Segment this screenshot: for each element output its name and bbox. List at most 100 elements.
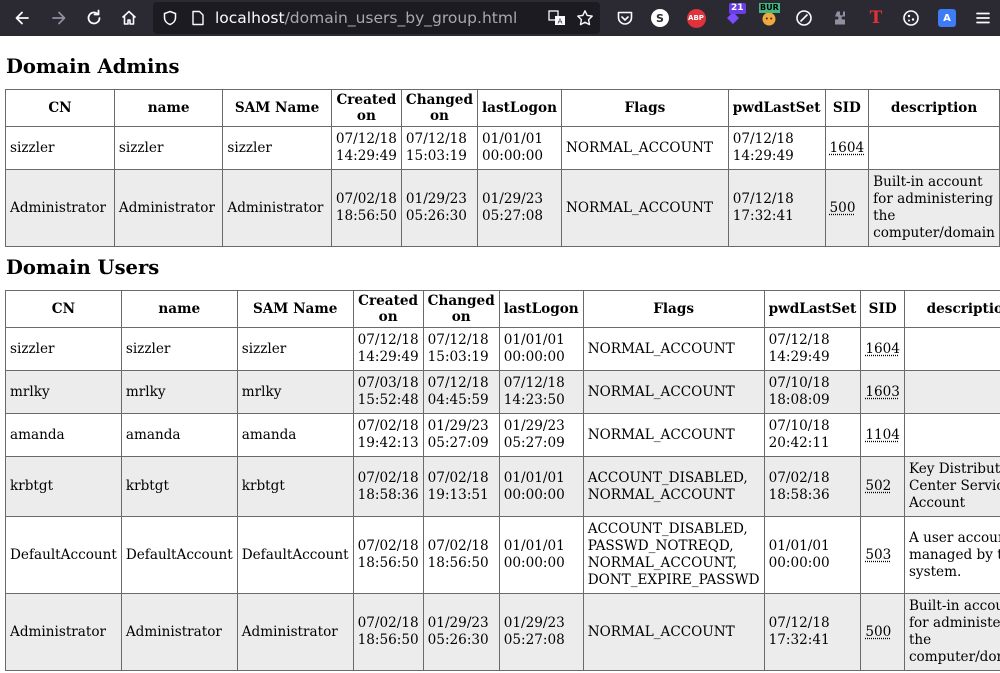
table-row: Administrator Administrator Administrator 0… xyxy=(6,170,1000,247)
extension-dial-icon[interactable] xyxy=(792,0,816,36)
cell-last-logon: 07/12/18 14:23:50 xyxy=(499,371,583,414)
header-flags: Flags xyxy=(561,90,728,127)
cell-sid: 1104 xyxy=(861,414,905,457)
cell-flags: ACCOUNT_DISABLED, NORMAL_ACCOUNT xyxy=(583,457,764,517)
cell-flags: NORMAL_ACCOUNT xyxy=(583,414,764,457)
page-icon[interactable] xyxy=(187,2,209,34)
svg-text:A: A xyxy=(558,18,563,26)
back-arrow-icon[interactable] xyxy=(8,0,36,36)
cell-pwd-last-set: 01/01/01 00:00:00 xyxy=(764,517,861,594)
cell-name: mrlky xyxy=(121,371,237,414)
cell-pwd-last-set: 07/10/18 20:42:11 xyxy=(764,414,861,457)
extension-s-icon[interactable]: S xyxy=(648,0,672,36)
cell-pwd-last-set: 07/12/18 14:29:49 xyxy=(764,328,861,371)
cell-sid: 500 xyxy=(825,170,869,247)
cell-sam-name: DefaultAccount xyxy=(237,517,353,594)
table-row: sizzler sizzler sizzler 07/12/18 14:29:49 07… xyxy=(6,127,1000,170)
cell-sid: 502 xyxy=(861,457,905,517)
cell-last-logon: 01/01/01 00:00:00 xyxy=(499,517,583,594)
header-description: description xyxy=(869,90,1000,127)
extension-translate-icon[interactable]: A xyxy=(935,0,959,36)
cell-flags: NORMAL_ACCOUNT xyxy=(561,127,728,170)
cell-name: amanda xyxy=(121,414,237,457)
forward-arrow-icon[interactable] xyxy=(45,0,73,36)
url-bar[interactable]: localhost/domain_users_by_group.html A xyxy=(153,2,600,34)
cell-sam-name: mrlky xyxy=(237,371,353,414)
cell-pwd-last-set: 07/10/18 18:08:09 xyxy=(764,371,861,414)
extension-badge-icon[interactable]: 21 xyxy=(720,0,746,36)
header-cn: CN xyxy=(6,90,115,127)
cell-pwd-last-set: 07/12/18 17:32:41 xyxy=(764,594,861,671)
sid-value[interactable]: 1603 xyxy=(865,384,900,400)
table-row: amanda amanda amanda 07/02/18 19:42:13 01/29… xyxy=(6,414,1000,457)
sid-value[interactable]: 1604 xyxy=(865,341,900,357)
header-sam-name: SAM Name xyxy=(237,291,353,328)
cell-cn: sizzler xyxy=(6,127,115,170)
cell-description xyxy=(904,414,1000,457)
cookie-icon[interactable] xyxy=(899,0,923,36)
table-row: Administrator Administrator Administrator 0… xyxy=(6,594,1000,671)
domain-users-table: CN name SAM Name Created on Changed on lastLo… xyxy=(5,290,1000,671)
extension-puzzle-icon[interactable] xyxy=(828,0,852,36)
menu-icon[interactable] xyxy=(970,0,996,36)
cell-changed-on: 01/29/23 05:26:30 xyxy=(401,170,477,247)
sid-value[interactable]: 500 xyxy=(865,624,891,640)
cell-description: Key Distribution Center Service Account xyxy=(904,457,1000,517)
cell-name: krbtgt xyxy=(121,457,237,517)
sid-value[interactable]: 503 xyxy=(865,547,891,563)
group-title-domain-admins: Domain Admins xyxy=(6,55,180,78)
cell-description xyxy=(904,371,1000,414)
cell-description xyxy=(869,127,1000,170)
cell-changed-on: 07/02/18 19:13:51 xyxy=(423,457,499,517)
adblock-label: ABP xyxy=(687,9,706,28)
header-last-logon: lastLogon xyxy=(477,90,561,127)
pocket-icon[interactable] xyxy=(612,0,638,36)
sid-value[interactable]: 502 xyxy=(865,478,891,494)
cell-flags: NORMAL_ACCOUNT xyxy=(583,594,764,671)
shield-icon[interactable] xyxy=(159,2,181,34)
page-content: Domain Admins CN name SAM Name Created on Ch… xyxy=(0,36,1000,673)
cell-sam-name: krbtgt xyxy=(237,457,353,517)
header-flags: Flags xyxy=(583,291,764,328)
reload-icon[interactable] xyxy=(80,0,108,36)
cell-created-on: 07/02/18 18:56:50 xyxy=(353,517,423,594)
header-cn: CN xyxy=(6,291,122,328)
extension-t-label: T xyxy=(870,8,883,28)
cell-name: Administrator xyxy=(121,594,237,671)
cell-sid: 500 xyxy=(861,594,905,671)
header-last-logon: lastLogon xyxy=(499,291,583,328)
cell-changed-on: 07/02/18 18:56:50 xyxy=(423,517,499,594)
cell-last-logon: 01/01/01 00:00:00 xyxy=(477,127,561,170)
cell-last-logon: 01/29/23 05:27:09 xyxy=(499,414,583,457)
sid-value[interactable]: 1604 xyxy=(830,140,865,156)
url-path: /domain_users_by_group.html xyxy=(285,9,518,27)
table-row: sizzler sizzler sizzler 07/12/18 14:29:49 07… xyxy=(6,328,1000,371)
header-sid: SID xyxy=(825,90,869,127)
cell-changed-on: 07/12/18 15:03:19 xyxy=(423,328,499,371)
sid-value[interactable]: 500 xyxy=(830,200,856,216)
cell-changed-on: 01/29/23 05:26:30 xyxy=(423,594,499,671)
header-changed-on: Changed on xyxy=(401,90,477,127)
url-text[interactable]: localhost/domain_users_by_group.html xyxy=(215,2,517,34)
extension-bur-icon[interactable]: BUR xyxy=(756,0,782,36)
cell-cn: DefaultAccount xyxy=(6,517,122,594)
star-icon[interactable] xyxy=(573,2,597,34)
sid-value[interactable]: 1104 xyxy=(865,427,900,443)
header-changed-on: Changed on xyxy=(423,291,499,328)
cell-sam-name: amanda xyxy=(237,414,353,457)
cell-flags: NORMAL_ACCOUNT xyxy=(583,371,764,414)
cell-sam-name: Administrator xyxy=(237,594,353,671)
cell-sid: 503 xyxy=(861,517,905,594)
cell-sid: 1603 xyxy=(861,371,905,414)
header-sid: SID xyxy=(861,291,905,328)
extension-t-icon[interactable]: T xyxy=(864,0,888,36)
header-created-on: Created on xyxy=(353,291,423,328)
cell-description xyxy=(904,328,1000,371)
cell-pwd-last-set: 07/02/18 18:58:36 xyxy=(764,457,861,517)
cell-cn: Administrator xyxy=(6,170,115,247)
cell-changed-on: 07/12/18 04:45:59 xyxy=(423,371,499,414)
home-icon[interactable] xyxy=(115,0,143,36)
header-row: CN name SAM Name Created on Changed on lastLo… xyxy=(6,291,1000,328)
translate-icon[interactable]: A xyxy=(545,2,569,34)
adblock-icon[interactable]: ABP xyxy=(684,0,708,36)
